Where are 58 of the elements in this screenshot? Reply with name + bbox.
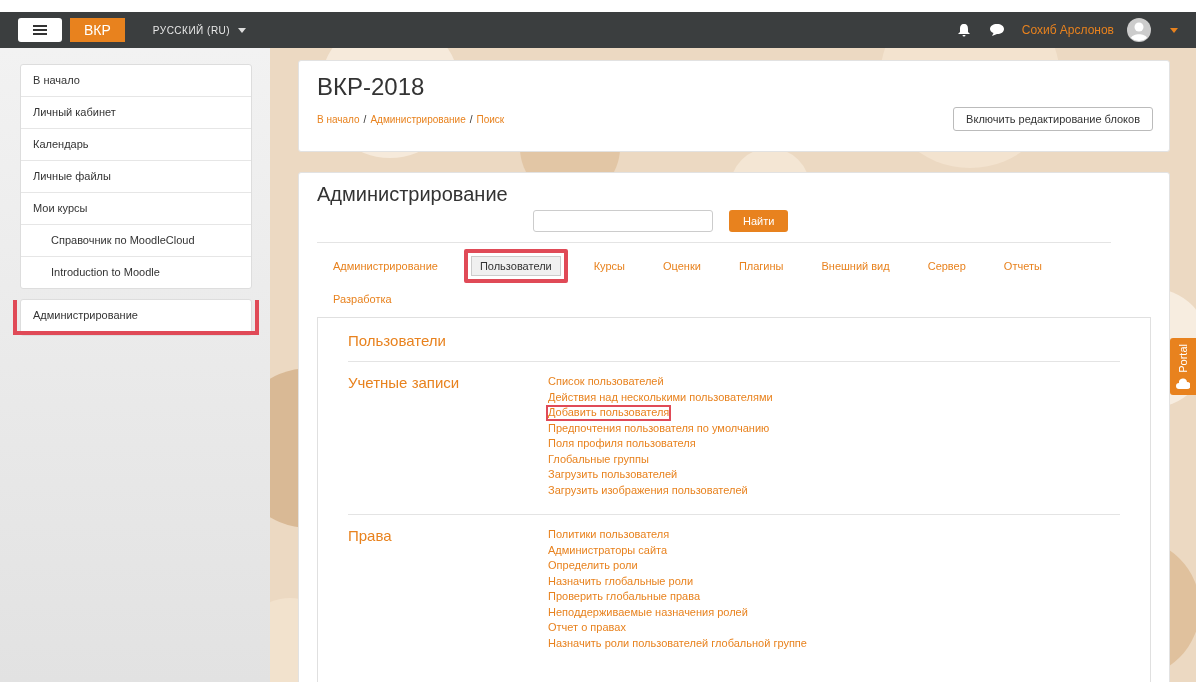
admin-link[interactable]: Неподдерживаемые назначения ролей xyxy=(546,604,750,620)
brand-logo[interactable]: ВКР xyxy=(70,18,125,42)
caret-icon xyxy=(238,27,247,33)
breadcrumb-separator: / xyxy=(363,113,367,125)
nav-tab[interactable]: Оценки xyxy=(651,250,713,282)
search-field[interactable] xyxy=(533,210,713,232)
nav-tab[interactable]: Отчеты xyxy=(991,250,1054,282)
breadcrumb-link[interactable]: Поиск xyxy=(476,113,505,125)
admin-link[interactable]: Загрузить пользователей xyxy=(546,467,680,483)
admin-link[interactable]: Поля профиля пользователя xyxy=(546,436,698,452)
page-title: ВКР-2018 xyxy=(317,73,426,101)
nav-tab[interactable]: Курсы xyxy=(581,250,637,282)
admin-link[interactable]: Загрузить изображения пользователей xyxy=(546,482,750,498)
section-heading: Администрирование xyxy=(317,183,509,206)
group-heading: Учетные записи xyxy=(348,374,461,393)
sidebar-item[interactable]: Личный кабинет xyxy=(21,96,251,128)
admin-link[interactable]: Глобальные группы xyxy=(546,451,651,467)
admin-link[interactable]: Предпочтения пользователя по умолчанию xyxy=(546,420,772,436)
admin-link[interactable]: Добавить пользователя xyxy=(546,405,672,421)
admin-link[interactable]: Действия над несколькими пользователями xyxy=(546,389,775,405)
sidebar-item[interactable]: Календарь xyxy=(21,128,251,160)
menu-icon xyxy=(33,25,47,35)
bell-icon[interactable] xyxy=(957,23,970,36)
sidebar-item[interactable]: В начало xyxy=(21,65,251,96)
nav-tab[interactable]: Сервер xyxy=(915,250,978,282)
sidebar-item[interactable]: Мои курсы xyxy=(21,192,251,224)
nav-tab[interactable]: Плагины xyxy=(726,250,796,282)
admin-link[interactable]: Список пользователей xyxy=(546,374,666,390)
nav-tab[interactable]: Пользователи xyxy=(463,249,568,283)
admin-link[interactable]: Назначить роли пользователей глобальной группе xyxy=(546,635,809,651)
user-name[interactable]: Сохиб Арслонов xyxy=(1021,23,1114,37)
avatar-icon[interactable] xyxy=(1127,18,1151,42)
admin-link[interactable]: Отчет о правах xyxy=(546,620,628,636)
portal-tab[interactable]: Portal xyxy=(1170,338,1196,395)
language-menu[interactable]: РУССКИЙ (RU) xyxy=(152,24,247,36)
nav-tab[interactable]: Администрирование xyxy=(321,250,450,282)
admin-link[interactable]: Администраторы сайта xyxy=(546,542,670,558)
sidebar-item[interactable]: Справочник по MoodleCloud xyxy=(21,224,251,256)
sidebar-item[interactable]: Личные файлы xyxy=(21,160,251,192)
sidebar-item[interactable]: Администрирование xyxy=(13,300,259,335)
breadcrumb-link[interactable]: Администрирование xyxy=(370,113,466,125)
edit-blocks-button[interactable]: Включить редактирование блоков xyxy=(953,107,1153,131)
admin-link[interactable]: Определить роли xyxy=(546,558,640,574)
nav-tab[interactable]: Разработка xyxy=(321,283,404,315)
breadcrumb-link[interactable]: В начало xyxy=(317,113,360,125)
category-heading: Пользователи xyxy=(348,332,1120,362)
search-button[interactable]: Найти xyxy=(729,210,789,232)
nav-tab[interactable]: Внешний вид xyxy=(809,250,902,282)
chat-icon[interactable] xyxy=(989,24,1004,36)
breadcrumb-separator: / xyxy=(469,113,473,125)
admin-link[interactable]: Политики пользователя xyxy=(546,527,672,543)
group-heading: Права xyxy=(348,527,393,546)
admin-link[interactable]: Проверить глобальные права xyxy=(546,589,702,605)
menu-button[interactable] xyxy=(18,18,62,42)
cloud-icon xyxy=(1176,378,1190,389)
admin-link[interactable]: Назначить глобальные роли xyxy=(546,573,696,589)
caret-icon[interactable] xyxy=(1170,27,1178,33)
sidebar-item[interactable]: Introduction to Moodle xyxy=(21,256,251,288)
